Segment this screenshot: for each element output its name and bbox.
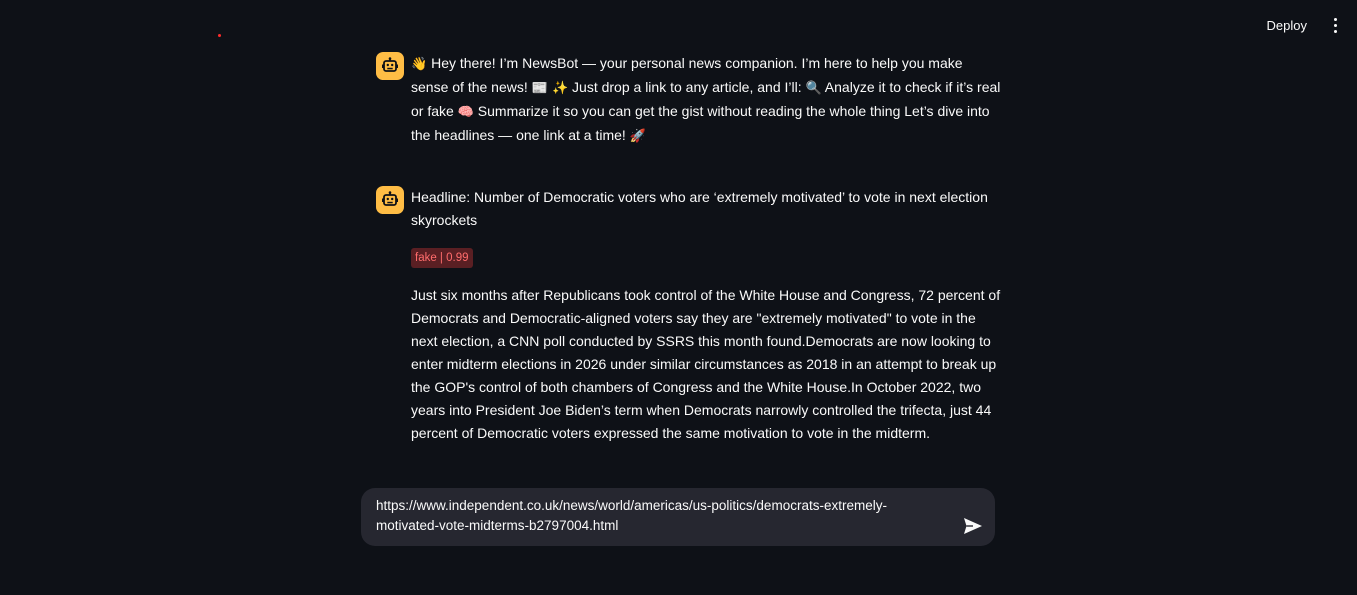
chat-input-container: https://www.independent.co.uk/news/world… [361,488,995,546]
robot-face-icon [376,186,404,214]
robot-face-icon [376,52,404,80]
intro-text: 👋 Hey there! I’m NewsBot — your personal… [411,55,1001,144]
vertical-dots-icon[interactable] [1327,16,1343,34]
chat-input-field[interactable]: https://www.independent.co.uk/news/world… [376,496,946,540]
app-header: Deploy [0,0,1357,50]
send-arrow-icon[interactable] [963,517,985,537]
verdict-badge: fake | 0.99 [411,248,473,268]
app-root: Deploy 👋 Hey there! I’m NewsBot — your p… [0,0,1357,595]
rocket-emoji: 🚀 [629,129,646,144]
running-status-dot [218,34,221,37]
magnifier-emoji: 🔍 [805,81,822,96]
brain-emoji: 🧠 [457,105,474,120]
summary-text: Just six months after Republicans took c… [411,287,1001,441]
message-content: Headline: Number of Democratic voters wh… [411,186,1001,445]
message-content: 👋 Hey there! I’m NewsBot — your personal… [411,52,1001,148]
deploy-button[interactable]: Deploy [1261,14,1313,37]
sparkles-emoji: ✨ [547,81,569,96]
waving-hand-emoji: 👋 [411,57,428,72]
newspaper-emoji: 📰 [531,81,548,96]
headline-text: Headline: Number of Democratic voters wh… [411,189,988,228]
